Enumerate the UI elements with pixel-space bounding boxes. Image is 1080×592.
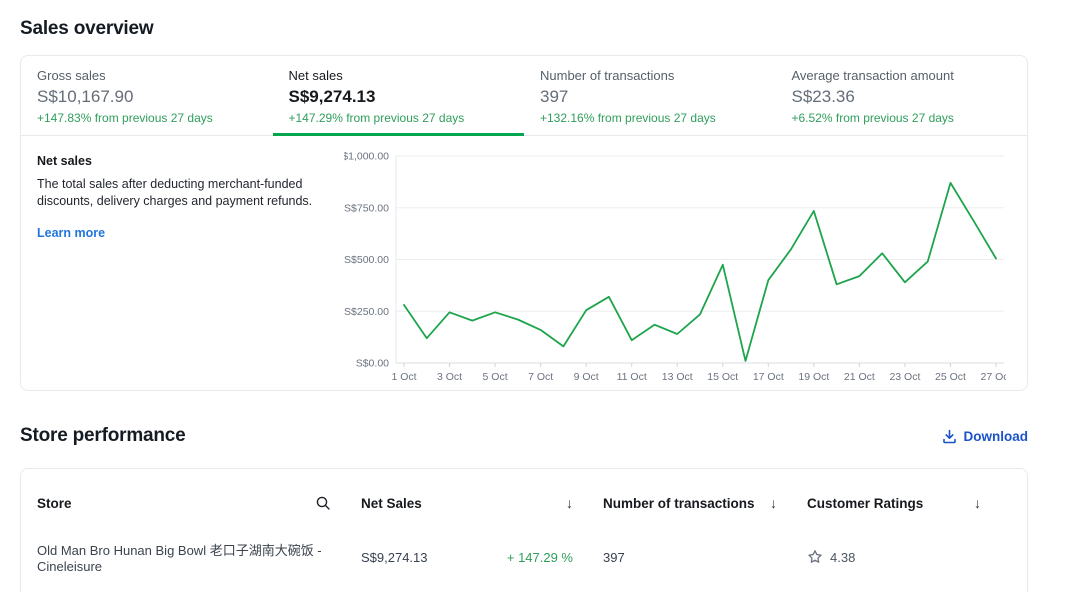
svg-text:S$500.00: S$500.00 [344,254,389,266]
net-sales-delta: + 147.29 % [507,550,573,565]
column-header-transactions: Number of transactions ↓ [603,495,807,511]
svg-text:S$1,000.00: S$1,000.00 [344,152,389,163]
star-icon [807,549,823,565]
store-performance-header: Store performance Download [20,425,1028,447]
sort-icon-transactions[interactable]: ↓ [770,495,777,511]
svg-text:25 Oct: 25 Oct [935,371,966,383]
metric-delta: +132.16% from previous 27 days [540,111,760,125]
column-label: Customer Ratings [807,496,923,511]
net-sales-cell: S$9,274.13 + 147.29 % [361,540,603,574]
metric-label: Net sales [289,68,509,84]
download-label: Download [964,429,1029,444]
svg-text:11 Oct: 11 Oct [617,371,647,383]
metric-delta: +147.29% from previous 27 days [289,111,509,125]
sort-icon-net-sales[interactable]: ↓ [566,495,573,511]
svg-text:17 Oct: 17 Oct [753,371,784,383]
svg-text:19 Oct: 19 Oct [798,371,829,383]
column-header-ratings: Customer Ratings ↓ [807,495,1011,511]
tab-gross-sales[interactable]: Gross sales S$10,167.90 +147.83% from pr… [21,56,273,135]
svg-text:23 Oct: 23 Oct [889,371,920,383]
svg-text:1 Oct: 1 Oct [391,371,416,383]
svg-text:27 Oct: 27 Oct [981,371,1006,383]
svg-text:13 Oct: 13 Oct [662,371,693,383]
metric-delta: +6.52% from previous 27 days [792,111,1012,125]
metric-description-text: The total sales after deducting merchant… [37,176,324,211]
metric-label: Number of transactions [540,68,760,84]
rating-value: 4.38 [830,550,855,565]
store-name-cell: Old Man Bro Hunan Big Bowl 老口子湖南大碗饭 - Ci… [37,540,361,574]
table-header-row: Store Net Sales ↓ Number of transactions… [37,495,1011,511]
line-chart-svg: S$0.00 S$250.00 S$500.00 S$750.00 S$1,000.00… [344,152,1006,384]
page-title: Sales overview [20,18,1028,40]
metric-label: Average transaction amount [792,68,1012,84]
column-header-net-sales: Net Sales ↓ [361,495,603,511]
sort-icon-ratings[interactable]: ↓ [974,495,981,511]
metric-description-panel: Net sales The total sales after deductin… [21,136,344,390]
svg-text:7 Oct: 7 Oct [528,371,553,383]
learn-more-link[interactable]: Learn more [37,226,105,240]
tab-average-transaction-amount[interactable]: Average transaction amount S$23.36 +6.52… [776,56,1028,135]
svg-text:5 Oct: 5 Oct [483,371,508,383]
search-icon[interactable] [315,495,331,511]
svg-text:S$750.00: S$750.00 [344,202,389,214]
tab-number-of-transactions[interactable]: Number of transactions 397 +132.16% from… [524,56,776,135]
svg-text:15 Oct: 15 Oct [707,371,738,383]
svg-text:3 Oct: 3 Oct [437,371,462,383]
download-button[interactable]: Download [942,429,1029,444]
table-row[interactable]: Old Man Bro Hunan Big Bowl 老口子湖南大碗饭 - Ci… [37,540,1011,574]
sales-overview-card: Gross sales S$10,167.90 +147.83% from pr… [20,55,1028,391]
column-header-store: Store [37,495,361,511]
tab-net-sales[interactable]: Net sales S$9,274.13 +147.29% from previ… [273,56,525,135]
metric-value: S$23.36 [792,86,1012,107]
store-performance-title: Store performance [20,425,186,447]
svg-text:21 Oct: 21 Oct [844,371,875,383]
svg-text:S$0.00: S$0.00 [356,357,389,369]
metric-value: S$10,167.90 [37,86,257,107]
net-sales-value: S$9,274.13 [361,550,428,565]
metric-description-heading: Net sales [37,154,324,168]
transactions-cell: 397 [603,540,807,574]
svg-text:9 Oct: 9 Oct [574,371,599,383]
column-label: Number of transactions [603,496,755,511]
rating-cell: 4.38 [807,540,1011,574]
overview-card-body: Net sales The total sales after deductin… [21,136,1027,390]
svg-text:S$250.00: S$250.00 [344,306,389,318]
net-sales-line-chart: S$0.00 S$250.00 S$500.00 S$750.00 S$1,000.00… [344,152,1027,390]
metric-value: 397 [540,86,760,107]
dashboard-page: Sales overview Gross sales S$10,167.90 +… [20,0,1028,592]
metric-delta: +147.83% from previous 27 days [37,111,257,125]
metric-value: S$9,274.13 [289,86,509,107]
column-label: Store [37,496,72,511]
metric-label: Gross sales [37,68,257,84]
metric-tabs: Gross sales S$10,167.90 +147.83% from pr… [21,56,1027,136]
column-label: Net Sales [361,496,422,511]
download-icon [942,429,957,444]
store-performance-card: Store Net Sales ↓ Number of transactions… [20,468,1028,592]
